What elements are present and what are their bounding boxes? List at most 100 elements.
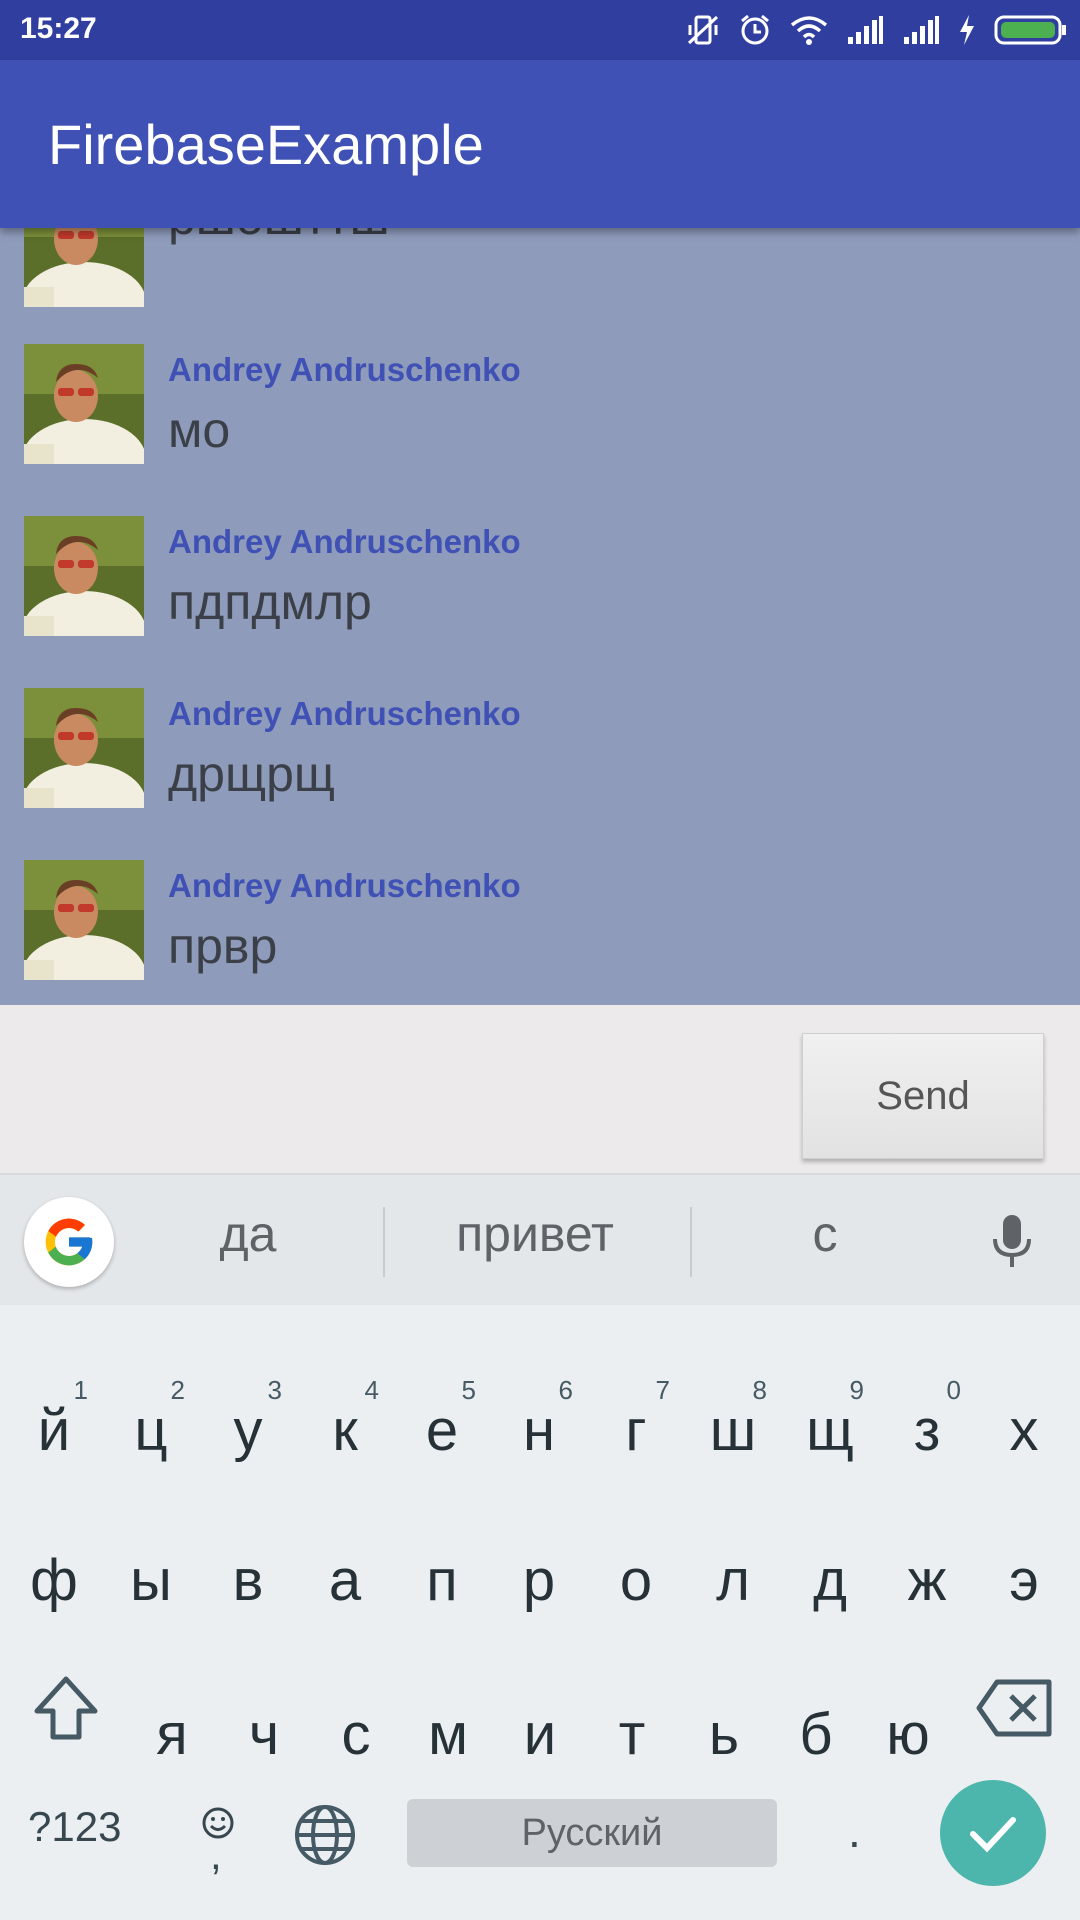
key-hint: 0 bbox=[946, 1375, 961, 1405]
key-hint: 8 bbox=[752, 1375, 767, 1405]
signal-icon bbox=[848, 16, 883, 44]
key-label: й bbox=[37, 1398, 71, 1463]
backspace-key[interactable] bbox=[965, 1643, 1065, 1773]
key-а[interactable]: а bbox=[297, 1513, 393, 1643]
send-button[interactable]: Send bbox=[802, 1033, 1044, 1159]
key-label: э bbox=[1009, 1548, 1039, 1613]
message-author: Andrey Andruschenko bbox=[168, 867, 521, 904]
key-label: о bbox=[619, 1548, 653, 1613]
status-icons bbox=[686, 10, 1068, 50]
key-label: п bbox=[426, 1548, 458, 1613]
enter-key[interactable] bbox=[940, 1780, 1046, 1886]
key-label: е bbox=[425, 1398, 459, 1463]
key-л[interactable]: л bbox=[685, 1513, 781, 1643]
microphone-icon[interactable] bbox=[990, 1213, 1034, 1271]
key-б[interactable]: б bbox=[768, 1667, 864, 1797]
message-input[interactable] bbox=[24, 1033, 784, 1159]
key-р[interactable]: р bbox=[491, 1513, 587, 1643]
key-ф[interactable]: ф bbox=[6, 1513, 102, 1643]
key-е[interactable]: е5 bbox=[394, 1363, 490, 1493]
key-э[interactable]: э bbox=[976, 1513, 1072, 1643]
wifi-icon bbox=[790, 16, 828, 45]
key-с[interactable]: с bbox=[308, 1667, 404, 1797]
suggestion-3[interactable]: с bbox=[730, 1205, 920, 1263]
key-ш[interactable]: ш8 bbox=[685, 1363, 781, 1493]
key-н[interactable]: н6 bbox=[491, 1363, 587, 1493]
key-д[interactable]: д bbox=[782, 1513, 878, 1643]
key-label: р bbox=[522, 1548, 556, 1613]
key-hint: 6 bbox=[558, 1375, 573, 1405]
key-к[interactable]: к4 bbox=[297, 1363, 393, 1493]
google-logo-icon[interactable] bbox=[24, 1197, 114, 1287]
symbols-key[interactable]: ?123 bbox=[28, 1803, 121, 1851]
key-т[interactable]: т bbox=[584, 1667, 680, 1797]
message-list[interactable]: ршошттш Andrey Andruschenko мо Andrey An… bbox=[0, 228, 1080, 1005]
avatar bbox=[24, 860, 144, 980]
key-hint: 4 bbox=[364, 1375, 379, 1405]
key-label: ф bbox=[30, 1548, 78, 1613]
emoji-comma-key[interactable]: , bbox=[196, 1805, 236, 1879]
shift-key[interactable] bbox=[18, 1643, 114, 1773]
key-п[interactable]: п bbox=[394, 1513, 490, 1643]
checkmark-icon bbox=[970, 1817, 1016, 1853]
key-щ[interactable]: щ9 bbox=[782, 1363, 878, 1493]
key-ж[interactable]: ж bbox=[879, 1513, 975, 1643]
key-label: м bbox=[428, 1702, 468, 1767]
comma-label: , bbox=[210, 1831, 222, 1878]
suggestion-divider bbox=[690, 1207, 692, 1277]
key-м[interactable]: м bbox=[400, 1667, 496, 1797]
key-з[interactable]: з0 bbox=[879, 1363, 975, 1493]
key-г[interactable]: г7 bbox=[588, 1363, 684, 1493]
key-х[interactable]: х bbox=[976, 1363, 1072, 1493]
key-hint: 1 bbox=[73, 1375, 88, 1405]
globe-icon bbox=[295, 1805, 355, 1865]
key-ю[interactable]: ю bbox=[860, 1667, 956, 1797]
avatar-photo bbox=[24, 860, 144, 980]
language-key[interactable] bbox=[288, 1798, 362, 1872]
key-и[interactable]: и bbox=[492, 1667, 588, 1797]
suggestion-divider bbox=[383, 1207, 385, 1277]
period-key[interactable]: . bbox=[848, 1804, 861, 1858]
key-label: н bbox=[522, 1398, 556, 1463]
key-label: б bbox=[799, 1702, 833, 1767]
message-author: Andrey Andruschenko bbox=[168, 351, 521, 388]
key-label: щ bbox=[806, 1398, 854, 1463]
space-key[interactable]: Русский bbox=[407, 1799, 777, 1867]
key-label: ь bbox=[708, 1702, 740, 1767]
message-item: Andrey Andruschenko мо bbox=[0, 228, 1080, 464]
suggestion-1[interactable]: да bbox=[150, 1205, 346, 1263]
app-title: FirebaseExample bbox=[48, 113, 484, 176]
key-label: ю bbox=[886, 1702, 930, 1767]
key-hint: 2 bbox=[170, 1375, 185, 1405]
message-item: Andrey Andruschenko дрщрщ bbox=[0, 572, 1080, 808]
key-ц[interactable]: ц2 bbox=[103, 1363, 199, 1493]
key-hint: 9 bbox=[849, 1375, 864, 1405]
key-label: ч bbox=[248, 1702, 280, 1767]
key-label: к bbox=[332, 1398, 358, 1463]
key-label: д bbox=[813, 1548, 847, 1613]
alarm-icon bbox=[741, 14, 769, 45]
key-ч[interactable]: ч bbox=[216, 1667, 312, 1797]
suggestion-2[interactable]: привет bbox=[420, 1205, 650, 1263]
key-label: т bbox=[618, 1702, 646, 1767]
key-у[interactable]: у3 bbox=[200, 1363, 296, 1493]
key-hint: 7 bbox=[655, 1375, 670, 1405]
message-text: првр bbox=[168, 918, 278, 974]
key-hint: 5 bbox=[461, 1375, 476, 1405]
message-item: Andrey Andruschenko првр bbox=[0, 744, 1080, 980]
key-label: ц bbox=[134, 1398, 168, 1463]
key-я[interactable]: я bbox=[124, 1667, 220, 1797]
key-label: у bbox=[233, 1398, 263, 1463]
message-item: Andrey Andruschenko пдпдмлр bbox=[0, 400, 1080, 636]
key-label: ж bbox=[907, 1548, 947, 1613]
key-label: в bbox=[232, 1548, 264, 1613]
key-label: л bbox=[716, 1548, 750, 1613]
key-label: ы bbox=[130, 1548, 172, 1613]
signal-icon bbox=[904, 16, 939, 44]
key-в[interactable]: в bbox=[200, 1513, 296, 1643]
key-о[interactable]: о bbox=[588, 1513, 684, 1643]
key-ы[interactable]: ы bbox=[103, 1513, 199, 1643]
key-label: ш bbox=[709, 1398, 757, 1463]
key-й[interactable]: й1 bbox=[6, 1363, 102, 1493]
key-ь[interactable]: ь bbox=[676, 1667, 772, 1797]
